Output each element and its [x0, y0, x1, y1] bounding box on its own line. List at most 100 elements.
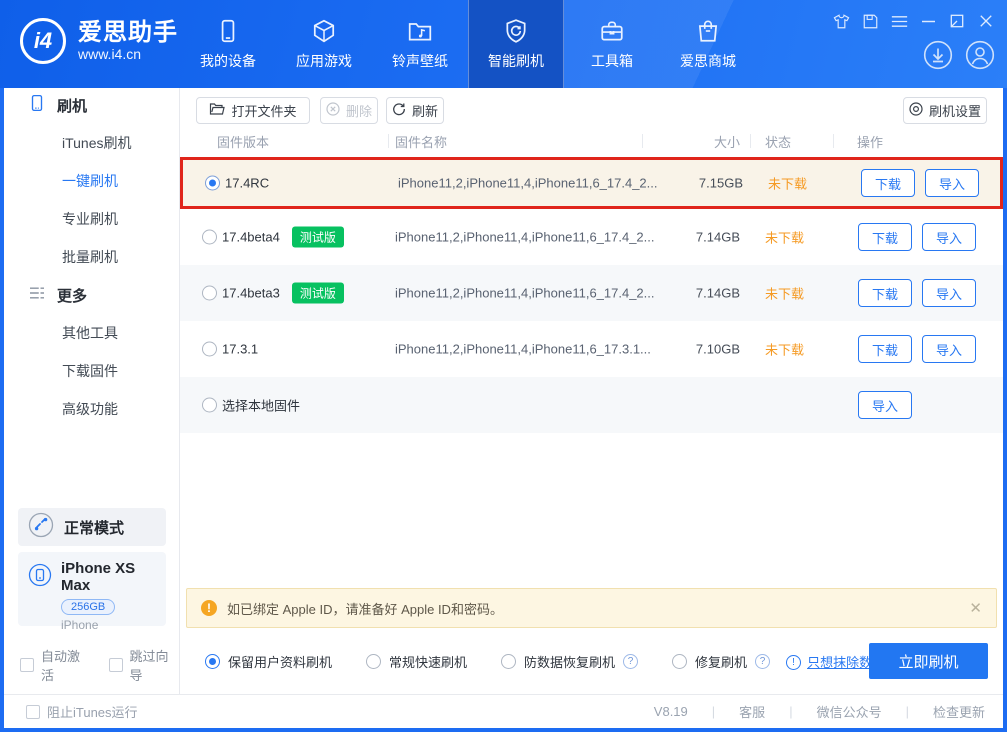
nav-tab-5[interactable]: 工具箱: [564, 0, 660, 88]
firmware-status: 未下载: [765, 284, 804, 303]
nav-tab-6[interactable]: 爱思商城: [660, 0, 756, 88]
firmware-version-text: 选择本地固件: [222, 396, 300, 415]
sidebar-item-高级功能[interactable]: 高级功能: [4, 394, 180, 424]
firmware-radio[interactable]: [202, 342, 217, 357]
table-header: 固件版本固件名称大小状态操作: [180, 125, 1003, 157]
column-header-大小: 大小: [660, 125, 740, 157]
checkbox-label: 跳过向导: [130, 646, 180, 684]
firmware-status: 未下载: [768, 174, 807, 193]
cube-icon: [311, 18, 337, 44]
delete-button[interactable]: 删除: [320, 97, 378, 124]
flash-options: 保留用户资料刷机常规快速刷机防数据恢复刷机?修复刷机?!只想抹除数据?: [205, 643, 892, 679]
checkbox-自动激活[interactable]: 自动激活: [20, 646, 91, 684]
firmware-version: 选择本地固件: [222, 396, 300, 415]
nav-tab-label: 智能刷机: [488, 51, 544, 71]
toolbox-icon: [599, 18, 625, 44]
flash-option-保留用户资料刷机[interactable]: 保留用户资料刷机: [205, 652, 332, 671]
footer-link-微信公众号[interactable]: 微信公众号: [817, 702, 882, 721]
nav-tab-2[interactable]: 应用游戏: [276, 0, 372, 88]
help-icon[interactable]: ?: [623, 654, 638, 669]
firmware-status: 未下载: [765, 228, 804, 247]
app-title: 爱思助手: [78, 20, 178, 45]
header-quick-actions: [923, 40, 995, 75]
sidebar-item-批量刷机[interactable]: 批量刷机: [4, 242, 180, 272]
download-circle-icon: [923, 57, 953, 74]
footer-separator: |: [789, 704, 792, 719]
device-type: iPhone: [61, 618, 166, 632]
footer-link-检查更新[interactable]: 检查更新: [933, 702, 985, 721]
import-button[interactable]: 导入: [922, 335, 976, 363]
flash-settings-button[interactable]: 刷机设置: [903, 97, 987, 124]
flash-now-button[interactable]: 立即刷机: [869, 643, 988, 679]
nav-tab-4[interactable]: 智能刷机: [468, 0, 564, 88]
download-button[interactable]: 下载: [858, 335, 912, 363]
notice-bar: ! 如已绑定 Apple ID，请准备好 Apple ID和密码。 ✕: [186, 588, 997, 628]
firmware-version-text: 17.4beta4: [222, 230, 280, 245]
firmware-radio[interactable]: [205, 176, 220, 191]
menu-icon: [890, 12, 908, 30]
app-window: i4 爱思助手 www.i4.cn 我的设备应用游戏铃声壁纸智能刷机工具箱爱思商…: [0, 0, 1007, 732]
app-header: i4 爱思助手 www.i4.cn 我的设备应用游戏铃声壁纸智能刷机工具箱爱思商…: [0, 0, 1007, 88]
block-itunes-label: 阻止iTunes运行: [47, 702, 138, 721]
info-icon[interactable]: !: [786, 653, 801, 670]
firmware-version-text: 17.4beta3: [222, 286, 280, 301]
sidebar-item-其他工具[interactable]: 其他工具: [4, 318, 180, 348]
tshirt-icon: [832, 12, 850, 30]
download-button[interactable]: 下载: [858, 223, 912, 251]
profile-icon-button[interactable]: [965, 40, 995, 75]
flash-option-修复刷机[interactable]: 修复刷机?: [672, 652, 770, 671]
firmware-name: iPhone11,2,iPhone11,4,iPhone11,6_17.3.1.…: [395, 342, 651, 357]
download-button[interactable]: 下载: [861, 169, 915, 197]
flash-option-label: 常规快速刷机: [389, 652, 467, 671]
import-button[interactable]: 导入: [925, 169, 979, 197]
minimize-icon-button[interactable]: [919, 12, 937, 30]
column-separator: [642, 134, 643, 148]
menu-icon-button[interactable]: [890, 12, 908, 30]
import-button[interactable]: 导入: [922, 223, 976, 251]
download-button[interactable]: 下载: [858, 279, 912, 307]
firmware-radio[interactable]: [202, 286, 217, 301]
maximize-icon-button[interactable]: [948, 12, 966, 30]
firmware-name: iPhone11,2,iPhone11,4,iPhone11,6_17.4_2.…: [395, 286, 655, 301]
sidebar-item-下载固件[interactable]: 下载固件: [4, 356, 180, 386]
sidebar-group-1: 刷机: [4, 90, 180, 120]
close-icon-button[interactable]: [977, 12, 995, 30]
sidebar-item-iTunes刷机[interactable]: iTunes刷机: [4, 128, 180, 158]
nav-tab-label: 爱思商城: [680, 51, 736, 71]
window-controls: [832, 12, 995, 30]
notice-close-icon[interactable]: ✕: [969, 599, 982, 617]
block-itunes-checkbox[interactable]: 阻止iTunes运行: [26, 702, 138, 721]
warning-icon: !: [201, 600, 217, 616]
download-circle-icon-button[interactable]: [923, 40, 953, 75]
table-row: 17.4beta4测试版iPhone11,2,iPhone11,4,iPhone…: [180, 209, 1003, 265]
firmware-name: iPhone11,2,iPhone11,4,iPhone11,6_17.4_2.…: [395, 230, 655, 245]
delete-label: 删除: [346, 101, 372, 120]
floppy-icon-button[interactable]: [861, 12, 879, 30]
help-icon[interactable]: ?: [755, 654, 770, 669]
sidebar-item-一键刷机[interactable]: 一键刷机: [4, 166, 180, 196]
flash-option-防数据恢复刷机[interactable]: 防数据恢复刷机?: [501, 652, 638, 671]
checkbox-跳过向导[interactable]: 跳过向导: [109, 646, 180, 684]
device-card[interactable]: iPhone XS Max 256GB iPhone: [18, 552, 166, 626]
checkbox-icon: [20, 658, 34, 672]
info-icon: !: [786, 653, 801, 668]
nav-tab-1[interactable]: 我的设备: [180, 0, 276, 88]
list-icon: [28, 286, 46, 304]
import-button[interactable]: 导入: [858, 391, 912, 419]
tshirt-icon-button[interactable]: [832, 12, 850, 30]
footer-link-客服[interactable]: 客服: [739, 702, 765, 721]
firmware-radio[interactable]: [202, 230, 217, 245]
firmware-size: 7.10GB: [660, 342, 740, 357]
sidebar-item-专业刷机[interactable]: 专业刷机: [4, 204, 180, 234]
flash-option-label: 防数据恢复刷机: [524, 652, 615, 671]
firmware-version-text: 17.3.1: [222, 342, 258, 357]
flash-option-常规快速刷机[interactable]: 常规快速刷机: [366, 652, 467, 671]
refresh-button[interactable]: 刷新: [386, 97, 444, 124]
import-button[interactable]: 导入: [922, 279, 976, 307]
open-folder-button[interactable]: 打开文件夹: [196, 97, 310, 124]
sidebar-group-label: 更多: [57, 285, 87, 306]
nav-tab-3[interactable]: 铃声壁纸: [372, 0, 468, 88]
firmware-radio[interactable]: [202, 398, 217, 413]
radio-icon: [205, 654, 220, 669]
mode-card[interactable]: 正常模式: [18, 508, 166, 546]
